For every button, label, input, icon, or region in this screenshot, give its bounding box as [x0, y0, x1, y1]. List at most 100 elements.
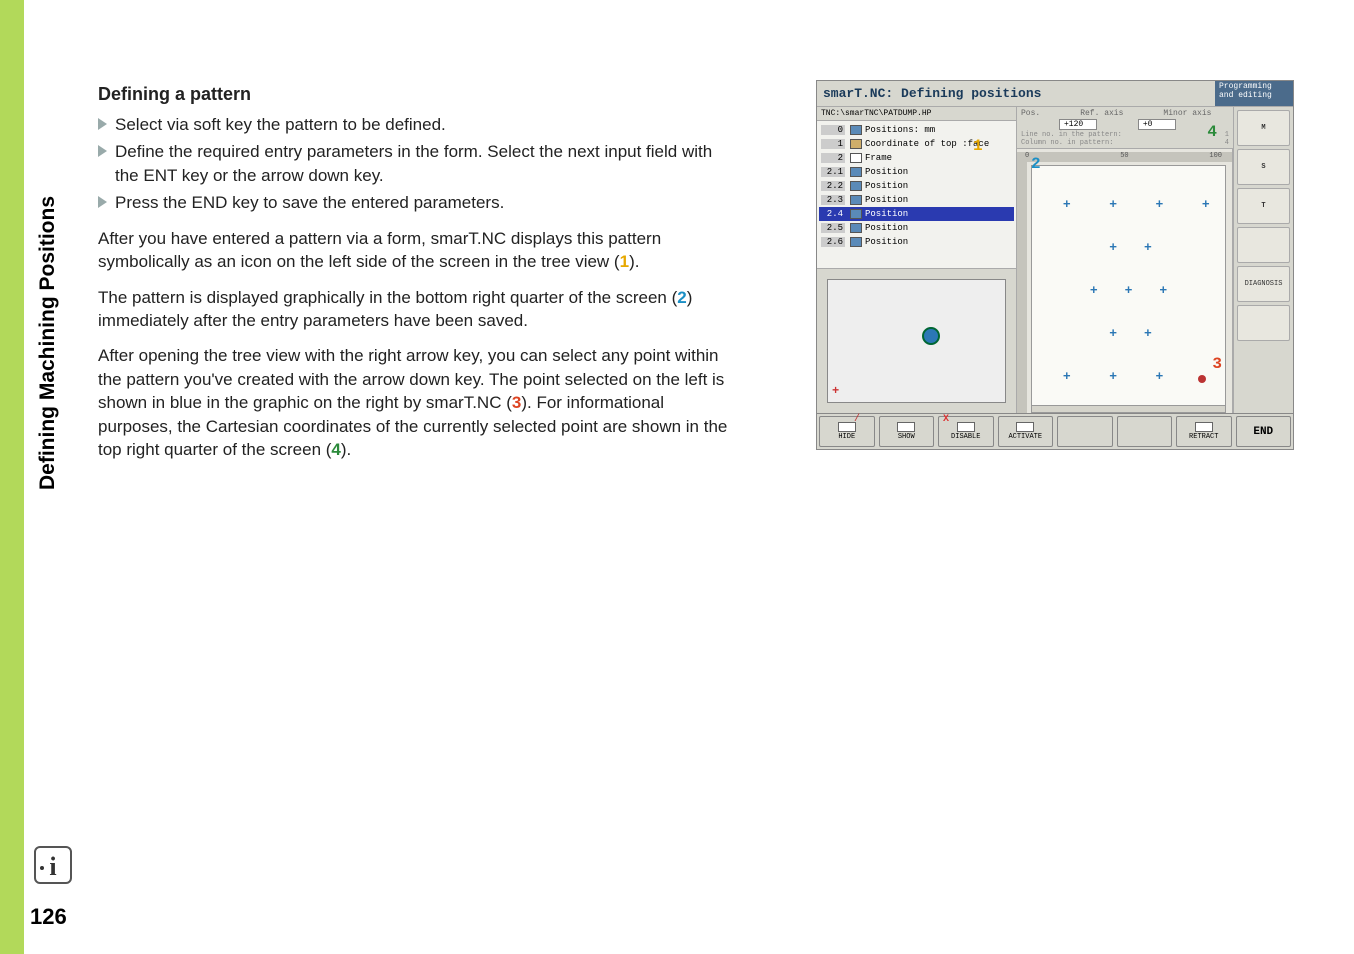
tree-row-number: 2 — [821, 153, 845, 163]
side-tab-tool[interactable] — [1237, 227, 1290, 263]
callout-ref-1: 1 — [620, 252, 629, 271]
softkey-5[interactable] — [1117, 416, 1173, 447]
side-tab-s[interactable]: S — [1237, 149, 1290, 185]
paragraph: After opening the tree view with the rig… — [98, 344, 738, 461]
minoraxis-value-input[interactable]: +0 — [1138, 119, 1176, 130]
side-tab-t[interactable]: T — [1237, 188, 1290, 224]
side-tab-diagnosis[interactable]: DIAGNOSIS — [1237, 266, 1290, 302]
selected-point-marker-icon — [1198, 375, 1206, 383]
ruler-top: 0 50 100 — [1017, 152, 1232, 162]
col-no-label: Column no. in pattern: — [1021, 139, 1113, 147]
line-no-value: 1 — [1225, 131, 1229, 139]
softkey-label-top: RETRACT — [1189, 433, 1218, 441]
softkey-3[interactable]: ACTIVATE — [998, 416, 1054, 447]
position-header: Pos. Ref. axis Minor axis +120 +0 Line n… — [1017, 107, 1233, 149]
bullet-item: Define the required entry parameters in … — [98, 140, 738, 187]
bullet-triangle-icon — [98, 196, 107, 208]
bullet-text: Select via soft key the pattern to be de… — [115, 113, 446, 136]
callout-overlay-1: 1 — [973, 137, 983, 155]
tree-row-label: Position — [865, 195, 908, 205]
tree-row-icon — [850, 125, 862, 135]
callout-overlay-4: 4 — [1207, 123, 1217, 141]
bullet-item: Select via soft key the pattern to be de… — [98, 113, 738, 136]
side-toolbar: M S T DIAGNOSIS — [1233, 107, 1293, 413]
softkey-label: HIDE — [838, 433, 855, 441]
screenshot-right-pane: Pos. Ref. axis Minor axis +120 +0 Line n… — [1017, 107, 1293, 413]
main-text-column: Defining a pattern Select via soft key t… — [98, 82, 738, 462]
softkey-4[interactable] — [1057, 416, 1113, 447]
tick-50: 50 — [1120, 152, 1128, 160]
point-marker-icon: + — [1109, 243, 1119, 253]
hdr-refaxis-label: Ref. axis — [1080, 109, 1123, 118]
para-text: After you have entered a pattern via a f… — [98, 229, 661, 271]
tree-row-number: 2.5 — [821, 223, 845, 233]
origin-marker-icon: + — [832, 384, 839, 398]
softkey-label: DISABLE — [951, 433, 980, 441]
paragraph: The pattern is displayed graphically in … — [98, 286, 738, 333]
section-title-vertical: Defining Machining Positions — [36, 196, 60, 490]
softkey-6[interactable]: RETRACT — [1176, 416, 1232, 447]
side-tab-extra[interactable] — [1237, 305, 1290, 341]
side-tab-m[interactable]: M — [1237, 110, 1290, 146]
point-marker-icon: + — [1125, 286, 1135, 296]
file-path-label: TNC:\smarTNC\PATDUMP.HP — [817, 107, 1016, 121]
tree-row-number: 2.3 — [821, 195, 845, 205]
point-marker-icon: + — [1202, 200, 1212, 210]
refaxis-value-input[interactable]: +120 — [1059, 119, 1097, 130]
page-accent-stripe — [0, 0, 24, 954]
tree-row-label: Positions: mm — [865, 125, 935, 135]
tree-row[interactable]: 2.1Position — [819, 165, 1014, 179]
tree-row-icon — [850, 209, 862, 219]
softkey-1[interactable]: SHOW — [879, 416, 935, 447]
slash-mark-icon: / — [854, 414, 860, 425]
tree-row-icon — [850, 167, 862, 177]
graphic-preview-pane[interactable]: 0 50 100 + + + + + + + + — [1017, 149, 1233, 413]
callout-overlay-3: 3 — [1212, 355, 1222, 373]
tree-row-label: Position — [865, 237, 908, 247]
tick-100: 100 — [1209, 152, 1222, 160]
softkey-label: END — [1253, 426, 1273, 438]
point-marker-icon: + — [1109, 372, 1119, 382]
tree-row[interactable]: 1 Coordinate of top :face — [819, 137, 1014, 151]
tree-row-icon — [850, 153, 862, 163]
tree-row-icon — [850, 139, 862, 149]
softkey-icon — [897, 422, 915, 432]
screenshot-title-text: smarT.NC: Defining positions — [817, 86, 1215, 101]
tree-row[interactable]: 2.6Position — [819, 235, 1014, 249]
point-marker-icon: + — [1109, 329, 1119, 339]
softkey-7[interactable]: END — [1236, 416, 1292, 447]
callout-ref-2: 2 — [677, 288, 686, 307]
info-icon: i — [34, 846, 72, 884]
point-marker-icon: + — [1063, 372, 1073, 382]
para-text: The pattern is displayed graphically in … — [98, 288, 677, 307]
horizontal-scrollbar[interactable] — [1031, 405, 1226, 413]
info-dot-icon — [40, 866, 44, 870]
tree-row-label: Coordinate of top :face — [865, 139, 989, 149]
point-marker-icon: + — [1144, 329, 1154, 339]
tree-row-label: Position — [865, 209, 908, 219]
bullet-text: Press the END key to save the entered pa… — [115, 191, 504, 214]
bullet-triangle-icon — [98, 145, 107, 157]
tree-row[interactable]: 2.2Position — [819, 179, 1014, 193]
tree-row-number: 1 — [821, 139, 845, 149]
tree-row[interactable]: 2Frame — [819, 151, 1014, 165]
program-tree[interactable]: 0Positions: mm1Coordinate of top :face2F… — [817, 121, 1016, 269]
tree-row[interactable]: 2.3 Position — [819, 193, 1014, 207]
ruler-left — [1017, 162, 1027, 413]
tree-row[interactable]: 2.5Position — [819, 221, 1014, 235]
softkey-icon — [1195, 422, 1213, 432]
para-text: ). — [341, 440, 351, 459]
bullet-triangle-icon — [98, 118, 107, 130]
info-glyph: i — [49, 852, 56, 882]
softkey-row: HIDE SHOW DISABLE ACTIVATE RETRACT END — [817, 413, 1293, 449]
thumbnail-selected-dot-icon — [922, 327, 940, 345]
hdr-minoraxis-label: Minor axis — [1163, 109, 1211, 118]
softkey-0[interactable]: HIDE — [819, 416, 875, 447]
tree-row-number: 0 — [821, 125, 845, 135]
tree-row[interactable]: 0 Positions: mm — [819, 123, 1014, 137]
tree-row[interactable]: 2.4Position — [819, 207, 1014, 221]
right-main-column: Pos. Ref. axis Minor axis +120 +0 Line n… — [1017, 107, 1233, 413]
point-marker-icon: + — [1063, 200, 1073, 210]
callout-overlay-2: 2 — [1031, 155, 1041, 173]
tree-row-label: Position — [865, 167, 908, 177]
